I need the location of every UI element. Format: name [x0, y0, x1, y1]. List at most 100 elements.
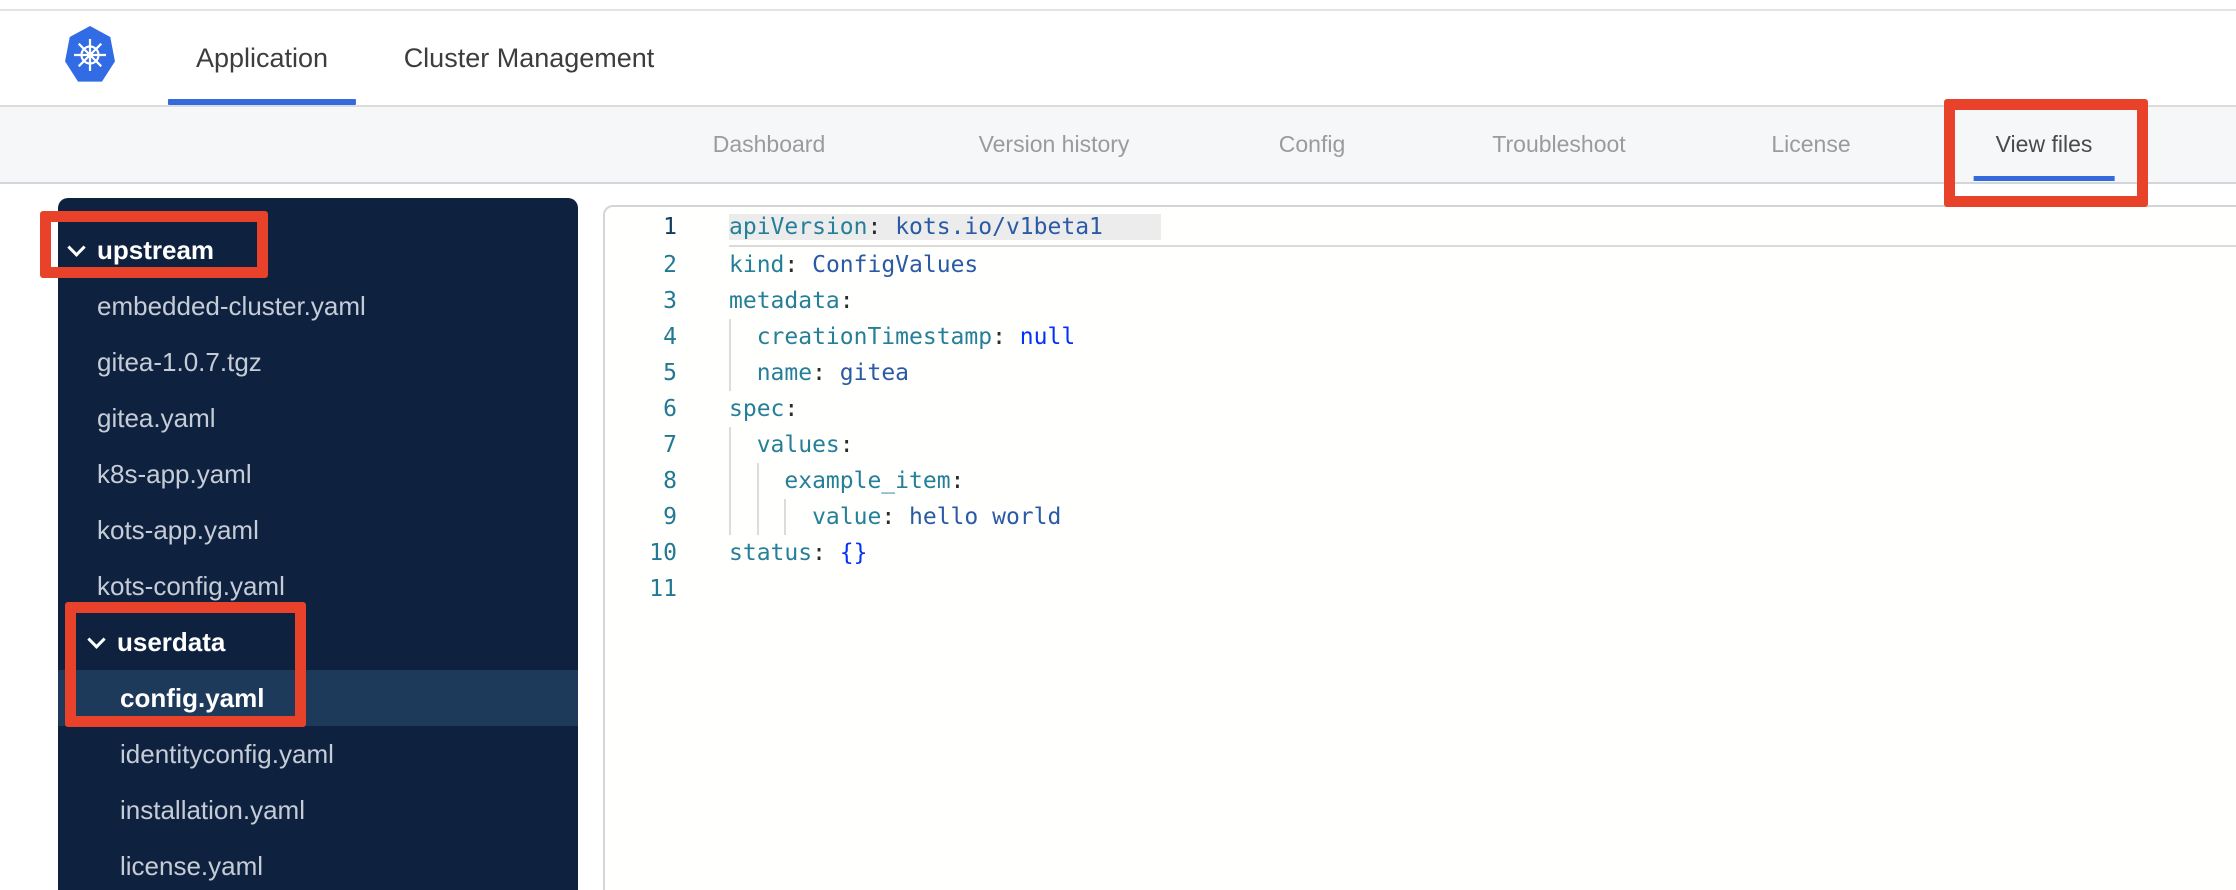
token-val: gitea — [839, 360, 910, 386]
token-key: status — [729, 540, 813, 566]
token-colon: : — [784, 252, 813, 278]
code-line-content[interactable]: creationTimestamp: null — [729, 319, 2236, 355]
code-line-content[interactable]: apiVersion: kots.io/v1beta1 — [729, 209, 2236, 247]
tree-item-label: upstream — [97, 234, 215, 265]
file-editor[interactable]: 1 apiVersion: kots.io/v1beta1 2 kind: Confi… — [603, 205, 2236, 890]
tree-item-label: config.yaml — [120, 682, 265, 713]
indent-guide — [729, 427, 757, 463]
tree-file-license-yaml[interactable]: license.yaml — [58, 838, 578, 890]
tree-folder-userdata[interactable]: userdata — [58, 614, 578, 670]
tree-file-config-yaml[interactable]: config.yaml — [58, 670, 578, 726]
token-key: spec — [729, 396, 785, 422]
subnav-tab-view-files[interactable]: View files — [1973, 107, 2115, 182]
token-val: hello world — [909, 504, 1062, 530]
tab-label: Troubleshoot — [1492, 131, 1626, 157]
tab-label: License — [1771, 131, 1851, 157]
indent-guide — [756, 463, 785, 499]
tree-file-kots-app-yaml[interactable]: kots-app.yaml — [58, 502, 578, 558]
code-line-10: 10 status: {} — [605, 535, 2236, 571]
subnav-tab-dashboard[interactable]: Dashboard — [713, 107, 826, 182]
code-line-7: 7 values: — [605, 427, 2236, 463]
token-key: name — [756, 360, 813, 386]
line-number: 8 — [663, 468, 677, 494]
tree-file-gitea-1-0-7-tgz[interactable]: gitea-1.0.7.tgz — [58, 334, 578, 390]
token-key: example_item — [784, 468, 951, 494]
tree-file-embedded-cluster-yaml[interactable]: embedded-cluster.yaml — [58, 278, 578, 334]
code-line-5: 5 name: gitea — [605, 355, 2236, 391]
subnav-tab-troubleshoot[interactable]: Troubleshoot — [1492, 107, 1625, 182]
tree-item-label: identityconfig.yaml — [120, 738, 334, 769]
line-number: 1 — [663, 214, 677, 240]
code-text: status: {} — [729, 540, 868, 566]
tab-label: Version history — [978, 131, 1130, 157]
subnav-tab-version-history[interactable]: Version history — [979, 107, 1130, 182]
token-colon: : — [812, 360, 840, 386]
code-line-9: 9 value: hello world — [605, 499, 2236, 535]
code-text: example_item: — [784, 468, 964, 494]
code-text: spec: — [729, 396, 798, 422]
tree-folder-upstream[interactable]: upstream — [58, 222, 578, 278]
subnav-tab-config[interactable]: Config — [1279, 107, 1345, 182]
kots-admin-console: Application Cluster Management Dashboard V… — [0, 0, 2236, 890]
code-line-content[interactable]: values: — [729, 427, 2236, 463]
indent-guide — [756, 499, 785, 535]
tree-item-label: k8s-app.yaml — [97, 458, 252, 489]
code-line-content[interactable]: name: gitea — [729, 355, 2236, 391]
tree-item-label: kots-config.yaml — [97, 570, 285, 601]
code-text: values: — [757, 432, 854, 458]
code-line-1: 1 apiVersion: kots.io/v1beta1 — [605, 209, 2236, 247]
code-line-11: 11 — [605, 571, 2236, 607]
tree-item-label: userdata — [117, 626, 226, 657]
indent-guide — [729, 319, 757, 355]
token-key: metadata — [729, 288, 840, 314]
tree-file-k8s-app-yaml[interactable]: k8s-app.yaml — [58, 446, 578, 502]
line-number: 7 — [663, 432, 677, 458]
line-number: 4 — [663, 324, 677, 350]
code-text: value: hello world — [812, 504, 1061, 530]
token-colon: : — [992, 324, 1020, 350]
code-line-content[interactable]: kind: ConfigValues — [729, 247, 2236, 283]
tree-item-label: gitea.yaml — [97, 402, 216, 433]
token-key: creationTimestamp — [756, 324, 993, 350]
line-number: 5 — [663, 360, 677, 386]
line-number: 11 — [649, 576, 677, 602]
tree-item-label: gitea-1.0.7.tgz — [97, 346, 262, 377]
tab-label: Cluster Management — [403, 42, 655, 73]
token-key: apiVersion — [729, 214, 868, 240]
code-text: apiVersion: kots.io/v1beta1 — [729, 214, 1161, 240]
indent-guide — [784, 499, 812, 535]
token-brace: {} — [839, 540, 868, 566]
tree-file-identityconfig-yaml[interactable]: identityconfig.yaml — [58, 726, 578, 782]
chevron-down-icon — [67, 237, 86, 257]
indent-guide — [729, 463, 757, 499]
code-line-8: 8 example_item: — [605, 463, 2236, 499]
helm-wheel-icon — [74, 39, 106, 71]
tree-file-kots-config-yaml[interactable]: kots-config.yaml — [58, 558, 578, 614]
topbar-tab-cluster-management[interactable]: Cluster Management — [404, 11, 655, 105]
code-line-content[interactable]: value: hello world — [729, 499, 2236, 535]
subnav-tab-license[interactable]: License — [1771, 107, 1850, 182]
line-number: 2 — [663, 252, 677, 278]
code-line-content[interactable]: spec: — [729, 391, 2236, 427]
code-text: kind: ConfigValues — [729, 252, 978, 278]
top-navbar: Application Cluster Management — [0, 11, 2236, 107]
token-colon: : — [950, 468, 965, 494]
line-number: 6 — [663, 396, 677, 422]
token-colon: : — [839, 288, 854, 314]
code-line-content[interactable]: status: {} — [729, 535, 2236, 571]
code-text: metadata: — [729, 288, 854, 314]
code-line-6: 6 spec: — [605, 391, 2236, 427]
code-line-3: 3 metadata: — [605, 283, 2236, 319]
topbar-tab-application[interactable]: Application — [167, 11, 357, 105]
code-line-content[interactable]: metadata: — [729, 283, 2236, 319]
tree-file-gitea-yaml[interactable]: gitea.yaml — [58, 390, 578, 446]
code-line-content[interactable] — [729, 571, 2236, 607]
active-tab-indicator — [167, 99, 357, 105]
tree-file-installation-yaml[interactable]: installation.yaml — [58, 782, 578, 838]
chevron-down-icon — [87, 629, 106, 649]
active-tab-indicator — [1973, 176, 2115, 181]
code-line-content[interactable]: example_item: — [729, 463, 2236, 499]
kubernetes-logo[interactable] — [65, 26, 115, 82]
tab-label: View files — [1995, 131, 2093, 157]
token-key: values — [756, 432, 840, 458]
